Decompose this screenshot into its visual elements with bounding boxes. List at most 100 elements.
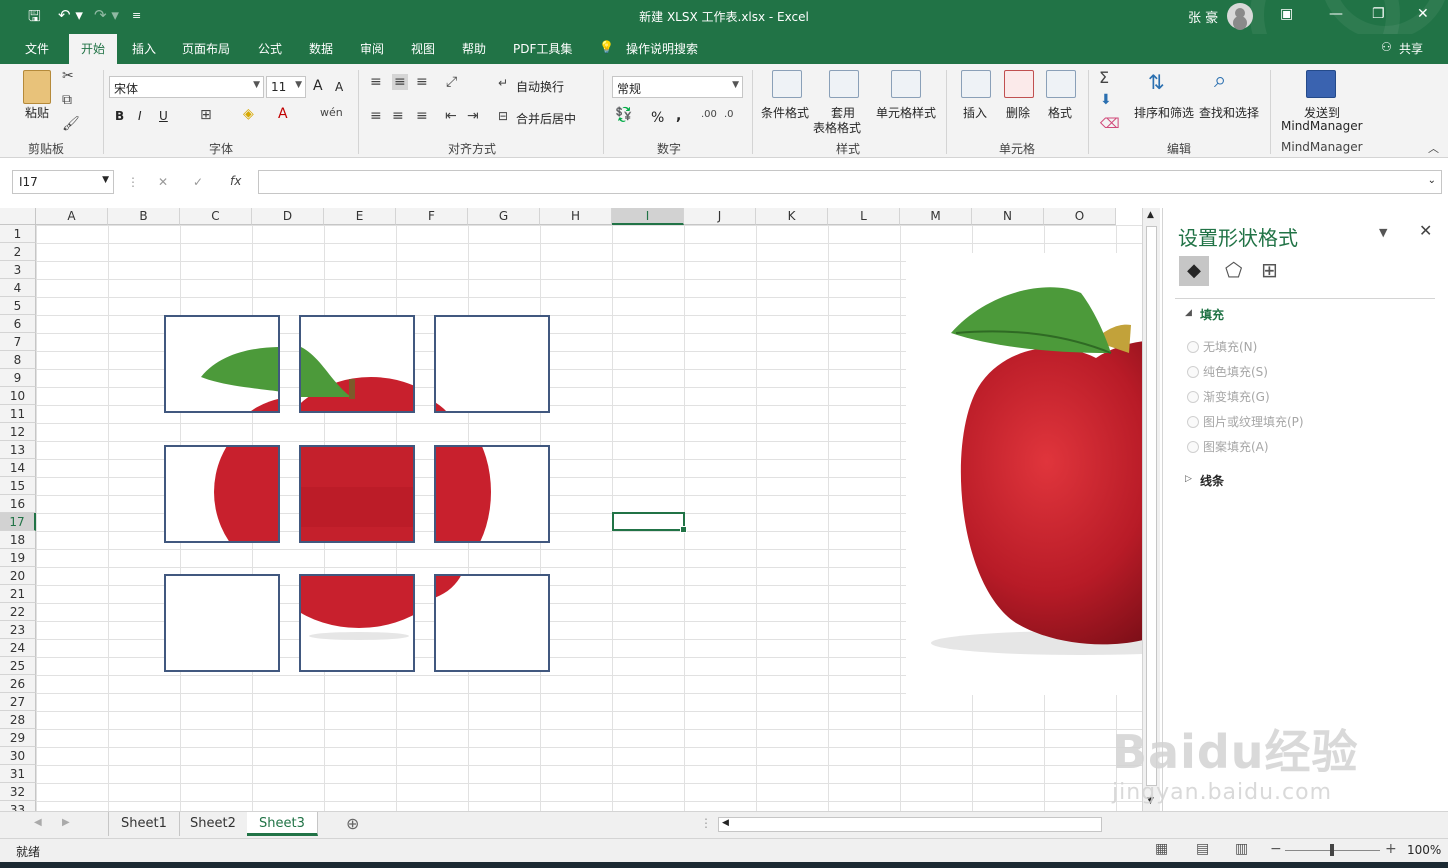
puzzle-tile[interactable] (164, 574, 280, 672)
tab-pdf-tools[interactable]: PDF工具集 (513, 40, 572, 57)
tab-view[interactable]: 视图 (411, 40, 435, 57)
row-header[interactable]: 24 (0, 639, 36, 657)
user-name[interactable]: 张 豪 (1188, 7, 1218, 26)
copy-icon[interactable]: ⧉ (62, 92, 72, 108)
row-header[interactable]: 5 (0, 297, 36, 315)
zoom-in-icon[interactable]: + (1385, 841, 1397, 857)
bold-button[interactable]: B (115, 109, 124, 123)
row-header[interactable]: 23 (0, 621, 36, 639)
align-center-icon[interactable]: ≡ (392, 108, 404, 124)
column-header[interactable]: I (612, 208, 684, 225)
format-as-table-line2[interactable]: 表格格式 (813, 119, 861, 136)
accounting-icon[interactable]: 💱 (615, 107, 632, 123)
column-header[interactable]: L (828, 208, 900, 225)
normal-view-icon[interactable]: ▦ (1155, 841, 1168, 857)
no-fill-radio[interactable]: 无填充(N) (1186, 338, 1257, 355)
column-header[interactable]: H (540, 208, 612, 225)
close-icon[interactable]: ✕ (1417, 6, 1429, 22)
horizontal-scrollbar[interactable]: ◀ (718, 817, 1102, 832)
tab-insert[interactable]: 插入 (132, 40, 156, 57)
tell-me-search[interactable]: 操作说明搜索 (626, 40, 698, 57)
row-header[interactable]: 16 (0, 495, 36, 513)
add-sheet-icon[interactable]: ⊕ (346, 814, 359, 833)
row-header[interactable]: 22 (0, 603, 36, 621)
collapse-ribbon-icon[interactable]: ︿ (1428, 140, 1439, 156)
line-section-header[interactable]: 线条 (1200, 472, 1224, 489)
insert-cells-button[interactable]: 插入 (963, 104, 987, 121)
column-header[interactable]: K (756, 208, 828, 225)
row-header[interactable]: 7 (0, 333, 36, 351)
effects-icon[interactable]: ⬠ (1225, 258, 1242, 282)
fill-color-icon[interactable]: ◈ (243, 106, 254, 122)
sort-filter-button[interactable]: 排序和筛选 (1134, 104, 1194, 121)
lightbulb-icon[interactable]: 💡 (599, 40, 614, 54)
share-button[interactable]: 共享 (1399, 40, 1423, 57)
fill-line-icon[interactable]: ◆ (1179, 256, 1209, 286)
italic-button[interactable]: I (138, 109, 142, 123)
font-name-dropdown[interactable]: 宋体 ▼ (109, 76, 264, 98)
column-header[interactable]: D (252, 208, 324, 225)
sheet-tab-sheet3[interactable]: Sheet3 (247, 812, 318, 836)
find-select-button[interactable]: 查找和选择 (1199, 104, 1259, 121)
align-middle-icon[interactable]: ≡ (392, 74, 408, 90)
insert-function-button[interactable]: fx (230, 174, 241, 188)
drag-handle-icon[interactable]: ⋮ (700, 816, 712, 830)
cancel-entry-button[interactable]: ✕ (158, 175, 168, 189)
zoom-slider-thumb[interactable] (1330, 844, 1334, 856)
align-right-icon[interactable]: ≡ (416, 108, 428, 124)
tab-review[interactable]: 审阅 (360, 40, 384, 57)
minimize-icon[interactable]: — (1329, 6, 1343, 22)
row-header[interactable]: 12 (0, 423, 36, 441)
puzzle-tile[interactable] (434, 445, 550, 543)
next-sheet-icon[interactable]: ▶ (62, 817, 70, 828)
column-header[interactable]: O (1044, 208, 1116, 225)
puzzle-tile[interactable] (164, 445, 280, 543)
row-header[interactable]: 20 (0, 567, 36, 585)
align-top-icon[interactable]: ≡ (370, 74, 382, 90)
row-header[interactable]: 3 (0, 261, 36, 279)
select-all-button[interactable] (0, 208, 36, 225)
cut-icon[interactable]: ✂ (62, 68, 74, 84)
underline-button[interactable]: U (159, 109, 168, 123)
row-header[interactable]: 33 (0, 801, 36, 811)
tab-file[interactable]: 文件 (25, 40, 49, 57)
column-header[interactable]: E (324, 208, 396, 225)
format-cells-button[interactable]: 格式 (1048, 104, 1072, 121)
percent-button[interactable]: % (651, 110, 664, 126)
tab-home[interactable]: 开始 (69, 34, 118, 64)
column-header[interactable]: M (900, 208, 972, 225)
puzzle-tile[interactable] (434, 574, 550, 672)
tab-formulas[interactable]: 公式 (258, 40, 282, 57)
row-header[interactable]: 11 (0, 405, 36, 423)
tab-data[interactable]: 数据 (309, 40, 333, 57)
fill-icon[interactable]: ⬇ (1100, 92, 1112, 108)
increase-decimal-icon[interactable]: .00 (701, 109, 717, 120)
scroll-left-icon[interactable]: ◀ (722, 818, 729, 828)
phonetic-icon[interactable]: wén (320, 106, 343, 119)
column-header[interactable]: A (36, 208, 108, 225)
scroll-up-icon[interactable]: ▲ (1147, 210, 1154, 220)
paste-icon[interactable] (23, 70, 51, 104)
worksheet-grid[interactable]: ABCDEFGHIJKLMNO 1 2 3 4 5 6 7 8 9 10 11 12 13 14 15 16 1… (0, 208, 1160, 811)
row-header[interactable]: 13 (0, 441, 36, 459)
page-layout-view-icon[interactable]: ▤ (1196, 841, 1209, 857)
clear-icon[interactable]: ⌫ (1100, 116, 1120, 132)
puzzle-tile[interactable] (434, 315, 550, 413)
row-header[interactable]: 26 (0, 675, 36, 693)
row-header[interactable]: 15 (0, 477, 36, 495)
gradient-fill-radio[interactable]: 渐变填充(G) (1187, 388, 1270, 405)
zoom-level[interactable]: 100% (1407, 843, 1441, 857)
zoom-out-icon[interactable]: − (1270, 841, 1282, 857)
row-header[interactable]: 19 (0, 549, 36, 567)
row-header[interactable]: 4 (0, 279, 36, 297)
borders-icon[interactable]: ⊞ (200, 107, 212, 123)
active-cell-cursor[interactable] (612, 512, 687, 533)
tab-help[interactable]: 帮助 (462, 40, 486, 57)
cell-styles-button[interactable]: 单元格样式 (876, 104, 936, 121)
column-header[interactable]: G (468, 208, 540, 225)
row-header[interactable]: 21 (0, 585, 36, 603)
page-break-view-icon[interactable]: ▥ (1235, 841, 1248, 857)
row-header[interactable]: 28 (0, 711, 36, 729)
align-bottom-icon[interactable]: ≡ (416, 74, 428, 90)
row-header[interactable]: 2 (0, 243, 36, 261)
